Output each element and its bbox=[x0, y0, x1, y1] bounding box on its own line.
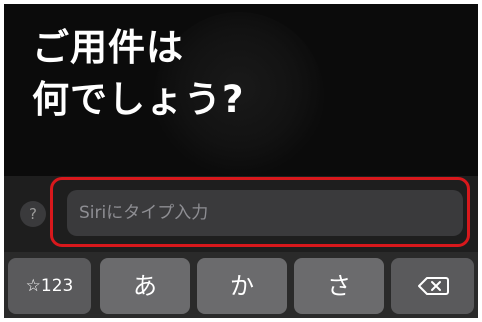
siri-prompt-line1: ご用件は bbox=[32, 26, 184, 69]
siri-input-bar: ? Siriにタイプ入力 bbox=[4, 176, 478, 252]
siri-text-input[interactable]: Siriにタイプ入力 bbox=[67, 190, 463, 236]
key-sa[interactable]: さ bbox=[294, 258, 384, 314]
delete-key[interactable] bbox=[391, 258, 474, 314]
key-symbols[interactable]: ☆123 bbox=[8, 258, 91, 314]
japanese-keyboard: ☆123 あ か さ bbox=[4, 252, 478, 318]
siri-prompt-line2: 何でしょう? bbox=[32, 78, 245, 121]
siri-prompt: ご用件は 何でしょう? bbox=[32, 22, 244, 126]
delete-backward-icon bbox=[418, 277, 449, 295]
key-ka[interactable]: か bbox=[197, 258, 287, 314]
help-button[interactable]: ? bbox=[20, 201, 46, 227]
siri-screen: ご用件は 何でしょう? ? Siriにタイプ入力 ☆123 あ か さ bbox=[4, 4, 478, 318]
key-a[interactable]: あ bbox=[100, 258, 190, 314]
